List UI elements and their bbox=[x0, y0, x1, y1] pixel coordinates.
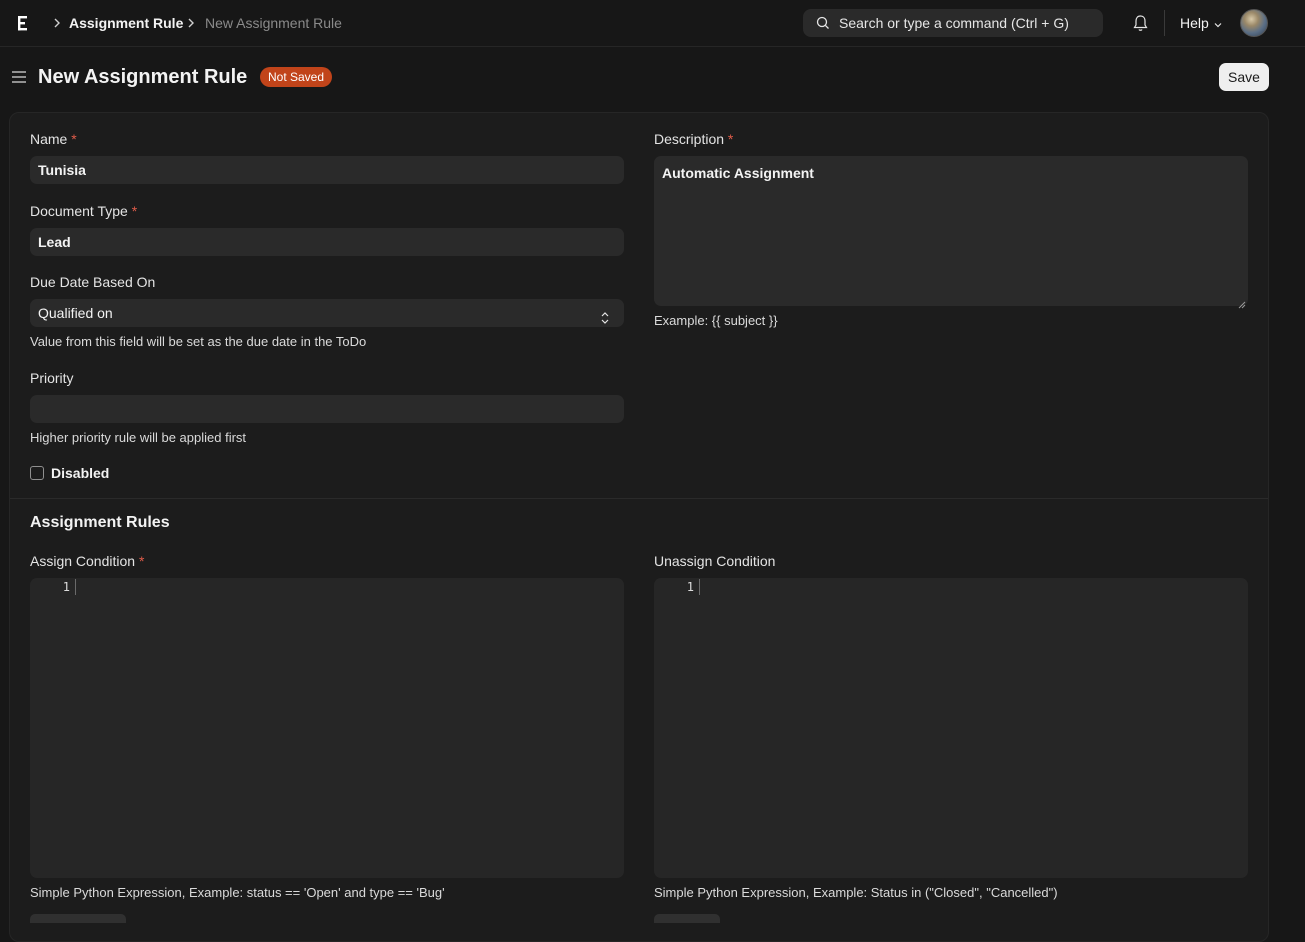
line-number: 1 bbox=[62, 580, 70, 594]
due-date-based-on-label: Due Date Based On bbox=[30, 274, 156, 290]
notification-bell-icon[interactable] bbox=[1132, 14, 1149, 32]
navbar-divider bbox=[1164, 10, 1165, 36]
app-logo[interactable] bbox=[16, 13, 30, 33]
name-field[interactable]: Tunisia bbox=[30, 156, 624, 184]
search-placeholder: Search or type a command (Ctrl + G) bbox=[839, 15, 1069, 31]
section-divider bbox=[10, 498, 1268, 499]
sidebar-toggle-icon[interactable] bbox=[11, 69, 27, 85]
select-arrows-icon bbox=[600, 306, 610, 324]
due-date-help-text: Value from this field will be set as the… bbox=[30, 334, 367, 349]
resize-handle-icon[interactable] bbox=[1238, 296, 1246, 309]
expand-button[interactable] bbox=[30, 914, 126, 923]
status-badge: Not Saved bbox=[260, 67, 333, 87]
breadcrumb-assignment-rule[interactable]: Assignment Rule bbox=[69, 14, 183, 32]
description-help-text: Example: {{ subject }} bbox=[654, 313, 778, 328]
required-marker: * bbox=[71, 131, 77, 147]
due-date-based-on-value: Qualified on bbox=[38, 305, 113, 321]
search-icon bbox=[816, 16, 830, 30]
chevron-down-icon[interactable] bbox=[1213, 17, 1223, 28]
avatar[interactable] bbox=[1240, 9, 1268, 37]
disabled-checkbox[interactable] bbox=[30, 466, 44, 480]
editor-cursor bbox=[699, 579, 700, 595]
description-textarea[interactable]: Automatic Assignment bbox=[654, 156, 1248, 309]
section-title-assignment-rules: Assignment Rules bbox=[30, 514, 170, 531]
unassign-condition-help-text: Simple Python Expression, Example: Statu… bbox=[654, 885, 1058, 900]
priority-label: Priority bbox=[30, 370, 74, 386]
document-type-field[interactable]: Lead bbox=[30, 228, 624, 256]
priority-help-text: Higher priority rule will be applied fir… bbox=[30, 430, 247, 445]
page-title: New Assignment Rule bbox=[38, 66, 248, 88]
assign-condition-label: Assign Condition * bbox=[30, 553, 145, 569]
assign-condition-editor[interactable]: 1 bbox=[30, 578, 624, 878]
required-marker: * bbox=[131, 203, 138, 219]
search-bar[interactable]: Search or type a command (Ctrl + G) bbox=[803, 9, 1103, 37]
chevron-right-icon bbox=[186, 15, 196, 31]
required-marker: * bbox=[727, 131, 734, 147]
line-number: 1 bbox=[686, 580, 694, 594]
document-type-label: Document Type * bbox=[30, 203, 138, 219]
save-button[interactable]: Save bbox=[1219, 63, 1269, 91]
description-value: Automatic Assignment bbox=[662, 165, 814, 181]
description-label: Description * bbox=[654, 131, 734, 147]
unassign-condition-editor[interactable]: 1 bbox=[654, 578, 1248, 878]
required-marker: * bbox=[138, 553, 145, 569]
editor-cursor bbox=[75, 579, 76, 595]
disabled-label[interactable]: Disabled bbox=[51, 465, 109, 482]
name-label: Name * bbox=[30, 131, 77, 147]
expand-button[interactable] bbox=[654, 914, 720, 923]
help-menu[interactable]: Help bbox=[1180, 14, 1209, 32]
due-date-based-on-select[interactable]: Qualified on bbox=[30, 299, 624, 327]
navbar: Assignment Rule New Assignment Rule Sear… bbox=[0, 0, 1305, 47]
unassign-condition-label: Unassign Condition bbox=[654, 553, 776, 569]
assign-condition-help-text: Simple Python Expression, Example: statu… bbox=[30, 885, 445, 900]
chevron-right-icon bbox=[52, 15, 62, 31]
priority-field[interactable] bbox=[30, 395, 624, 423]
breadcrumb-new-assignment-rule[interactable]: New Assignment Rule bbox=[205, 14, 342, 32]
